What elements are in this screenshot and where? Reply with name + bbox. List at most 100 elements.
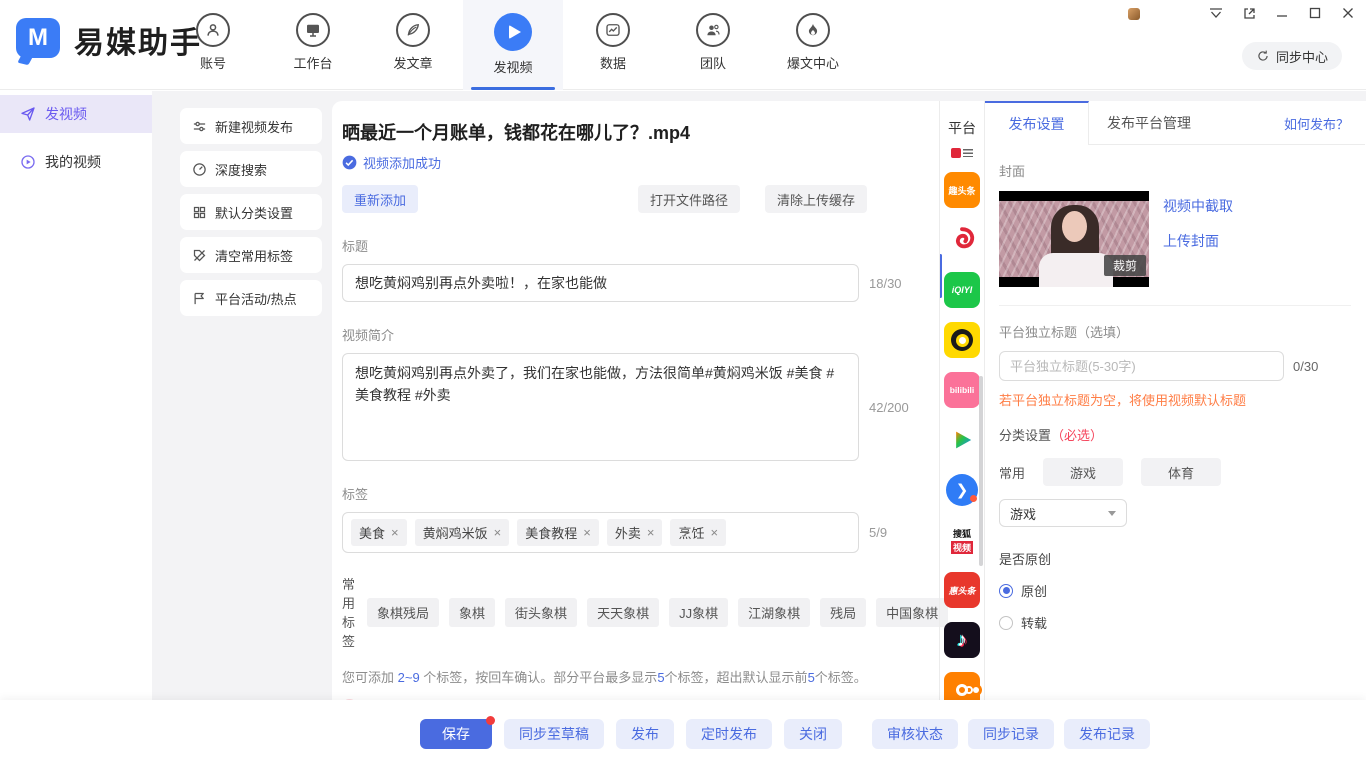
file-actions: 重新添加 打开文件路径 清除上传缓存 — [342, 185, 867, 213]
tag-chip: 黄焖鸡米饭× — [415, 519, 510, 546]
tag-chip: 美食× — [351, 519, 407, 546]
crop-badge[interactable]: 裁剪 — [1104, 255, 1146, 276]
common-tag[interactable]: 残局 — [820, 598, 866, 627]
common-tag[interactable]: JJ象棋 — [669, 598, 728, 627]
sync-center-button[interactable]: 同步中心 — [1242, 42, 1342, 70]
tag-remove-icon[interactable]: × — [391, 525, 399, 540]
nav-workbench[interactable]: 工作台 — [263, 0, 363, 90]
platform-title-input[interactable] — [999, 351, 1284, 381]
radio-original[interactable]: 原创 — [999, 581, 1351, 600]
flame-icon — [796, 13, 830, 47]
workspace-background: 新建视频发布 深度搜索 默认分类设置 清空常用标签 平台活动/热点 — [152, 91, 1366, 700]
sidebar-item-my-videos[interactable]: 我的视频 — [0, 143, 152, 181]
platform-douyin-icon[interactable]: ♪ — [944, 622, 980, 658]
quick-category-game[interactable]: 游戏 — [1043, 458, 1123, 486]
platform-qutoutiao-icon[interactable]: 趣头条 — [944, 172, 980, 208]
pin-dropdown-icon[interactable] — [1208, 6, 1224, 20]
platform-kuaishou-icon[interactable] — [944, 672, 980, 700]
quick-category-sports[interactable]: 体育 — [1141, 458, 1221, 486]
grid-icon — [192, 205, 207, 220]
common-tag[interactable]: 象棋残局 — [367, 598, 439, 627]
radio-repost[interactable]: 转载 — [999, 613, 1351, 632]
tag-chip: 烹饪× — [670, 519, 726, 546]
tab-platform-management[interactable]: 发布平台管理 — [1089, 101, 1209, 144]
tag-chip: 外卖× — [607, 519, 663, 546]
cover-label: 封面 — [999, 161, 1351, 180]
platform-haokan-icon[interactable]: ❯ — [944, 472, 980, 508]
tag-remove-icon[interactable]: × — [494, 525, 502, 540]
tag-remove-icon[interactable]: × — [710, 525, 718, 540]
tags-label: 标签 — [342, 484, 939, 503]
tags-input[interactable]: 美食× 黄焖鸡米饭× 美食教程× 外卖× 烹饪× — [342, 512, 859, 553]
maximize-button[interactable] — [1307, 6, 1323, 20]
close-editor-button[interactable]: 关闭 — [784, 719, 842, 749]
sidebar-item-publish-video[interactable]: 发视频 — [0, 95, 152, 133]
publish-button[interactable]: 发布 — [616, 719, 674, 749]
how-to-publish-link[interactable]: 如何发布？ — [1284, 101, 1349, 145]
common-tags-row: 常用标签 象棋残局 象棋 街头象棋 天天象棋 JJ象棋 江湖象棋 残局 中国象棋 — [342, 574, 939, 650]
publish-records-button[interactable]: 发布记录 — [1064, 719, 1150, 749]
nav-publish-article[interactable]: 发文章 — [363, 0, 463, 90]
sync-to-draft-button[interactable]: 同步至草稿 — [504, 719, 604, 749]
feedback-icon[interactable] — [1241, 6, 1257, 20]
nav-team[interactable]: 团队 — [663, 0, 763, 90]
platform-huitoutiao-icon[interactable]: 惠头条 — [944, 572, 980, 608]
cover-thumbnail[interactable]: 裁剪 — [999, 191, 1149, 287]
common-tag[interactable]: 中国象棋 — [876, 598, 948, 627]
common-tags-label: 常用标签 — [342, 574, 355, 650]
clear-upload-cache-button[interactable]: 清除上传缓存 — [765, 185, 867, 213]
nav-account[interactable]: 账号 — [163, 0, 263, 90]
account-icon — [196, 13, 230, 47]
window-controls — [1208, 6, 1356, 20]
default-category-button[interactable]: 默认分类设置 — [180, 194, 322, 230]
platform-iqiyi-icon[interactable]: iQIYI — [944, 272, 980, 308]
platform-scrollbar[interactable] — [979, 376, 983, 566]
title-counter: 18/30 — [869, 276, 902, 291]
close-button[interactable] — [1340, 6, 1356, 20]
left-sidebar: 发视频 我的视频 — [0, 91, 152, 700]
deep-search-button[interactable]: 深度搜索 — [180, 151, 322, 187]
nav-hot-center[interactable]: 爆文中心 — [763, 0, 863, 90]
tag-remove-icon[interactable]: × — [647, 525, 655, 540]
clear-common-tags-button[interactable]: 清空常用标签 — [180, 237, 322, 273]
nav-publish-video[interactable]: 发视频 — [463, 0, 563, 90]
platform-bilibili-icon[interactable]: bilibili — [944, 372, 980, 408]
open-file-path-button[interactable]: 打开文件路径 — [638, 185, 740, 213]
title-input[interactable] — [342, 264, 859, 302]
team-icon — [696, 13, 730, 47]
platform-music-record-icon[interactable] — [944, 322, 980, 358]
save-button[interactable]: 保存 — [420, 719, 492, 749]
unsaved-badge — [486, 716, 495, 725]
review-status-button[interactable]: 审核状态 — [872, 719, 958, 749]
description-counter: 42/200 — [869, 400, 909, 415]
common-tag[interactable]: 街头象棋 — [505, 598, 577, 627]
readd-video-button[interactable]: 重新添加 — [342, 185, 418, 213]
platform-sohu-video-icon[interactable]: 搜狐 视频 — [944, 522, 980, 558]
platform-activity-button[interactable]: 平台活动/热点 — [180, 280, 322, 316]
platform-tencent-video-icon[interactable] — [944, 422, 980, 458]
new-video-publish-button[interactable]: 新建视频发布 — [180, 108, 322, 144]
common-tag[interactable]: 象棋 — [449, 598, 495, 627]
scheduled-publish-button[interactable]: 定时发布 — [686, 719, 772, 749]
app-window: M 易媒助手 账号 工作台 发文章 — [0, 0, 1366, 768]
sync-records-button[interactable]: 同步记录 — [968, 719, 1054, 749]
upload-cover-link[interactable]: 上传封面 — [1163, 231, 1233, 251]
radio-selected-icon — [999, 584, 1013, 598]
nav-data[interactable]: 数据 — [563, 0, 663, 90]
article-pen-icon — [396, 13, 430, 47]
capture-from-video-link[interactable]: 视频中截取 — [1163, 196, 1233, 216]
tab-publish-settings[interactable]: 发布设置 — [985, 101, 1089, 145]
description-textarea[interactable]: 想吃黄焖鸡别再点外卖了，我们在家也能做，方法很简单#黄焖鸡米饭 #美食 #美食教… — [342, 353, 859, 461]
common-tag[interactable]: 天天象棋 — [587, 598, 659, 627]
flag-icon — [192, 291, 207, 306]
minimize-button[interactable] — [1274, 6, 1290, 20]
video-form: 晒最近一个月账单，钱都花在哪儿了？.mp4 视频添加成功 重新添加 打开文件路径… — [332, 101, 939, 700]
common-tag[interactable]: 江湖象棋 — [738, 598, 810, 627]
category-dropdown[interactable]: 游戏 — [999, 499, 1127, 527]
platform-ifeng-icon[interactable] — [944, 222, 980, 258]
quick-category-row: 常用 游戏 体育 — [999, 458, 1351, 486]
video-play-icon — [494, 13, 532, 51]
tag-remove-icon[interactable]: × — [583, 525, 591, 540]
platform-title-counter: 0/30 — [1293, 359, 1318, 374]
upload-status: 视频添加成功 — [342, 153, 939, 172]
